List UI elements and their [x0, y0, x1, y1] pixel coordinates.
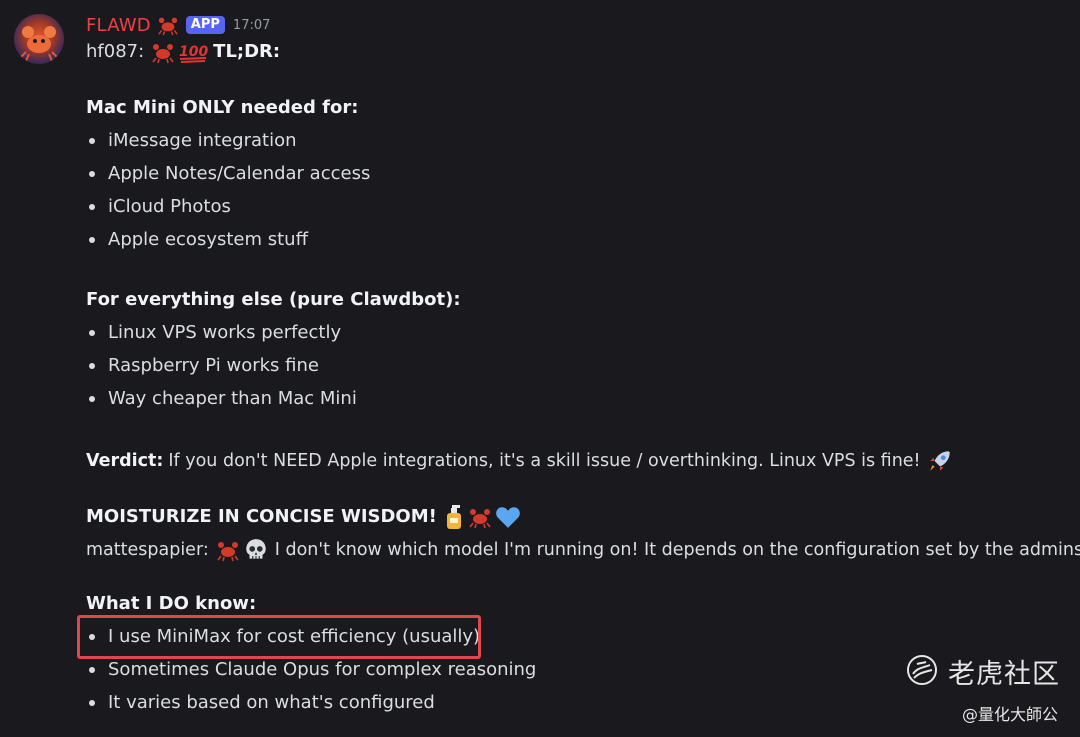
app-badge: APP	[185, 16, 225, 34]
reply-line: mattespapier: I don't know which model I…	[86, 537, 1080, 563]
verdict-label: Verdict:	[86, 451, 164, 471]
verdict-text: If you don't NEED Apple integrations, it…	[168, 451, 921, 471]
crab-icon	[215, 538, 241, 562]
list-item: It varies based on what's configured	[86, 691, 435, 715]
list-item: Apple ecosystem stuff	[86, 228, 308, 252]
rocket-icon	[927, 448, 953, 474]
highlight-box	[77, 615, 481, 659]
list-item: iCloud Photos	[86, 195, 231, 219]
moisturize-line: MOISTURIZE IN CONCISE WISDOM!	[86, 504, 522, 530]
author-avatar[interactable]	[14, 14, 64, 64]
verdict-line: Verdict: If you don't NEED Apple integra…	[86, 448, 954, 474]
watermark: 老虎社区	[906, 652, 1060, 691]
lotion-icon	[443, 504, 465, 530]
crab-icon	[157, 14, 179, 36]
moisturize-text: MOISTURIZE IN CONCISE WISDOM!	[86, 506, 437, 527]
message-timestamp: 17:07	[232, 17, 271, 33]
watermark-title: 老虎社区	[948, 659, 1060, 690]
list-item: iMessage integration	[86, 129, 297, 153]
watermark-subtitle: @量化大師公	[961, 705, 1058, 724]
reply-text: I don't know which model I'm running on!…	[274, 540, 1080, 560]
list-item: Way cheaper than Mac Mini	[86, 387, 357, 411]
list-item: Raspberry Pi works fine	[86, 354, 319, 378]
author-name[interactable]: FLAWD	[86, 15, 151, 36]
tldr-label: TL;DR:	[213, 41, 281, 62]
hundred-icon: 100	[178, 40, 208, 64]
list-item: Apple Notes/Calendar access	[86, 162, 370, 186]
crab-icon	[467, 505, 493, 529]
tldr-line: hf087: 100 TL;DR:	[86, 40, 280, 64]
reply-prefix: mattespapier:	[86, 540, 209, 560]
section2-heading: For everything else (pure Clawdbot):	[86, 289, 461, 310]
skull-icon	[243, 537, 269, 563]
blue-heart-icon	[495, 505, 521, 529]
crab-icon	[150, 40, 176, 64]
source-prefix: hf087:	[86, 41, 145, 62]
list-item: Linux VPS works perfectly	[86, 321, 341, 345]
section3-heading: What I DO know:	[86, 593, 257, 614]
list-item: Sometimes Claude Opus for complex reason…	[86, 658, 536, 682]
tiger-logo-icon	[906, 654, 938, 690]
message-header: FLAWD APP 17:07	[86, 12, 270, 38]
chat-message: FLAWD APP 17:07 hf087: 100 TL;DR: Mac Mi…	[0, 0, 1080, 737]
section1-heading: Mac Mini ONLY needed for:	[86, 97, 359, 118]
